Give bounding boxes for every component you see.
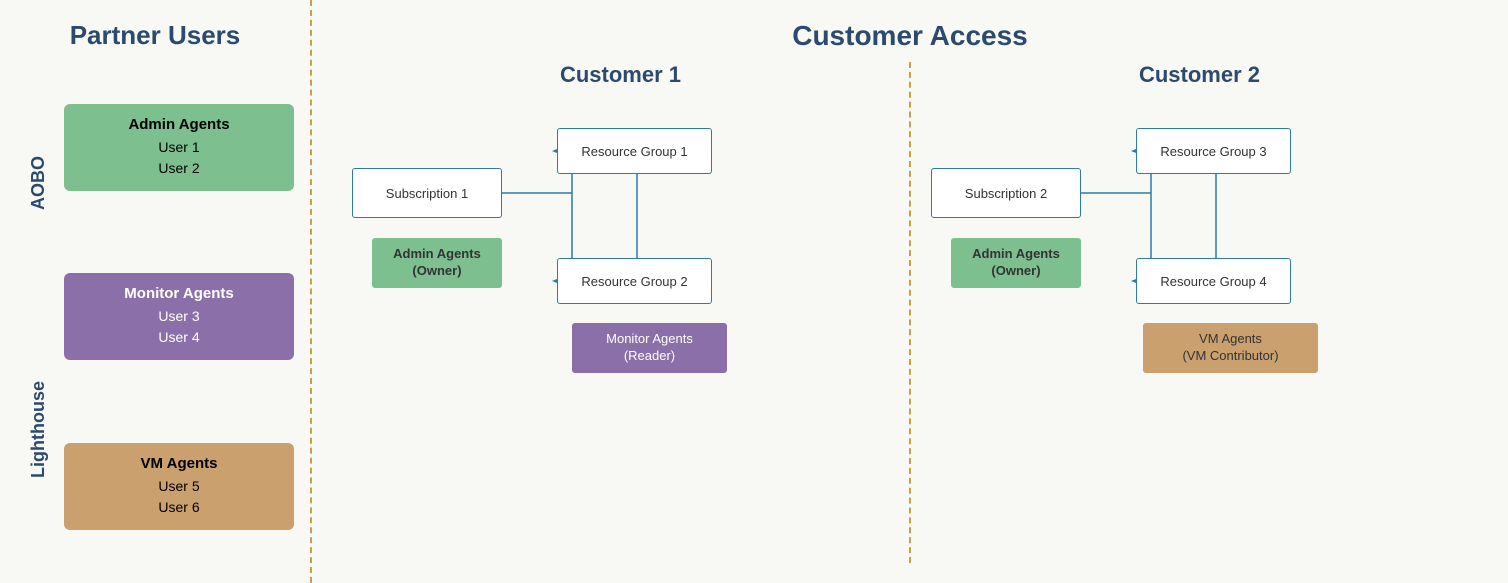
admin-agents-owner-c1: Admin Agents(Owner): [372, 238, 502, 288]
subscription-1-box: Subscription 1: [352, 168, 502, 218]
admin-agents-user1: User 1: [158, 137, 199, 158]
admin-agents-title: Admin Agents: [128, 116, 229, 133]
admin-agents-user2: User 2: [158, 158, 199, 179]
customer-2-diagram: Subscription 2 Admin Agents(Owner) Resou…: [921, 108, 1478, 563]
customer-access-panel: Customer Access Customer 1: [312, 0, 1508, 583]
main-container: Partner Users AOBO Lighthouse Admin Agen…: [0, 0, 1508, 583]
admin-agents-group: Admin Agents User 1 User 2: [64, 104, 294, 191]
vm-agents-user5: User 5: [158, 476, 199, 497]
vm-agents-contributor-c2: VM Agents(VM Contributor): [1143, 323, 1318, 373]
partner-users-title: Partner Users: [20, 20, 310, 51]
monitor-agents-title: Monitor Agents: [124, 285, 233, 302]
customers-row: Customer 1: [332, 62, 1488, 563]
resource-group-4-box: Resource Group 4: [1136, 258, 1291, 304]
vm-agents-title: VM Agents: [141, 455, 218, 472]
side-labels: AOBO Lighthouse: [20, 71, 56, 563]
resource-group-2-box: Resource Group 2: [557, 258, 712, 304]
customer-2-title: Customer 2: [921, 62, 1478, 88]
customer-1-title: Customer 1: [342, 62, 899, 88]
admin-agents-owner-c2: Admin Agents(Owner): [951, 238, 1081, 288]
monitor-agents-user3: User 3: [158, 306, 199, 327]
resource-group-1-box: Resource Group 1: [557, 128, 712, 174]
customer-access-title: Customer Access: [332, 20, 1488, 52]
customer-1-section: Customer 1: [332, 62, 909, 563]
monitor-agents-reader-c1: Monitor Agents(Reader): [572, 323, 727, 373]
monitor-agents-user4: User 4: [158, 327, 199, 348]
partner-panel: Partner Users AOBO Lighthouse Admin Agen…: [0, 0, 310, 583]
vm-agents-user6: User 6: [158, 497, 199, 518]
customer-1-diagram: Subscription 1 Admin Agents(Owner) Resou…: [342, 108, 899, 563]
groups-column: Admin Agents User 1 User 2 Monitor Agent…: [64, 71, 310, 563]
monitor-agents-group: Monitor Agents User 3 User 4: [64, 273, 294, 360]
subscription-2-box: Subscription 2: [931, 168, 1081, 218]
vm-agents-group: VM Agents User 5 User 6: [64, 443, 294, 530]
lighthouse-label: Lighthouse: [28, 381, 49, 478]
aobo-label: AOBO: [28, 156, 49, 210]
aobo-lighthouse-container: AOBO Lighthouse Admin Agents User 1 User…: [20, 71, 310, 563]
resource-group-3-box: Resource Group 3: [1136, 128, 1291, 174]
customer-2-section: Customer 2: [911, 62, 1488, 563]
